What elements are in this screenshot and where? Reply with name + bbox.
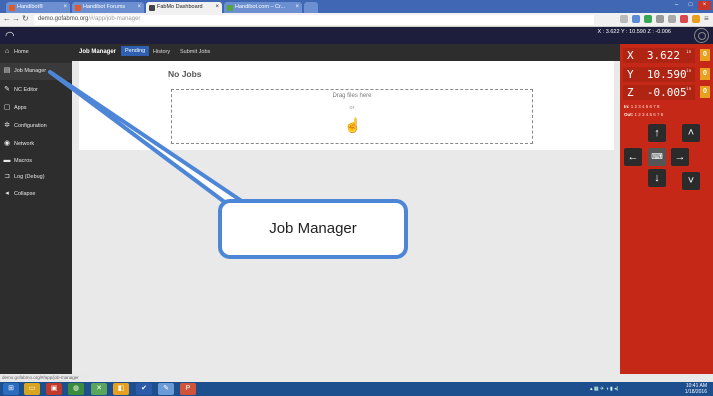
browser-tab-fabmo-dashboard[interactable]: FabMo Dashboard × [146,2,222,13]
tab-close-icon[interactable]: × [63,4,67,10]
outputs-indicator: Out: 1 2 3 4 5 6 7 8 [624,112,664,117]
job-queue-panel: No Jobs Drag files here or ☝ [79,61,614,150]
globe-icon: ◉ [3,140,11,147]
chrome-taskbar-icon[interactable]: ◍ [68,383,84,395]
sidebar: ⌂ Home ▤ Job Manager ✎ NC Editor ▢ Apps ✲ Con… [0,44,72,374]
zero-x-button[interactable]: 0 [700,49,710,61]
powerpoint-taskbar-icon[interactable]: P [180,383,196,395]
gear-icon: ✲ [4,122,10,129]
sidebar-item-job-manager[interactable]: ▤ Job Manager [0,63,72,80]
zero-z-button[interactable]: 0 [700,86,710,98]
sidebar-item-configuration[interactable]: ✲ Configuration [0,118,72,135]
app-taskbar-icon[interactable]: ◧ [113,383,129,395]
dro-y-display: Y 10.590 in [623,67,695,82]
drop-zone-text: Drag files here [332,93,372,99]
browser-address-bar: ← → ↻ demo.gofabmo.org/#/app/job-manager… [0,13,713,27]
dro-panel: X 3.622 in 0 Y 10.590 in 0 Z -0.005 in 0 In… [620,44,713,374]
tab-submit-jobs[interactable]: Submit Jobs [180,49,210,55]
url-input[interactable]: demo.gofabmo.org/#/app/job-manager [34,15,594,25]
collapse-icon: ◂ [5,190,9,197]
handibot-favicon-icon [9,5,15,11]
inputs-indicator: In: 1 2 3 4 5 6 7 8 [624,104,660,109]
apps-icon: ▢ [3,104,11,111]
start-button-icon[interactable]: ⊞ [3,383,19,395]
handibot-com-favicon-icon [227,5,233,11]
menu-icon[interactable]: ≡ [704,14,709,23]
forward-icon[interactable]: → [12,14,20,23]
sidebar-item-home[interactable]: ⌂ Home [0,44,72,61]
jog-down-button[interactable]: ↓ [648,169,666,187]
callout-label: Job Manager [269,220,357,237]
browser-tab-forums[interactable]: Handibot Forums × [72,2,144,13]
annotation-callout: Job Manager [218,199,408,259]
extension-icon[interactable] [692,15,700,23]
extension-icon[interactable] [656,15,664,23]
keyboard-icon[interactable]: ⌨ [648,148,666,166]
extension-icon[interactable] [680,15,688,23]
jog-left-button[interactable]: ← [624,148,642,166]
tab-close-icon[interactable]: × [295,4,299,10]
extension-icon[interactable] [632,15,640,23]
extension-icon[interactable] [644,15,652,23]
header-coordinates: X : 3.622 Y : 10.590 Z : -0.006 [597,29,672,35]
sidebar-item-nc-editor[interactable]: ✎ NC Editor [0,82,72,99]
jog-up-button[interactable]: ↑ [648,124,666,142]
tray-icons[interactable]: ▴ ▦ ✈ ◑ ▮ ◂) [590,386,618,392]
bookmark-star-icon[interactable] [620,15,628,23]
app-taskbar-icon[interactable]: ✕ [91,383,107,395]
log-icon: ⊐ [4,173,10,180]
dro-z-display: Z -0.005 in [623,85,695,100]
tab-close-icon[interactable]: × [137,4,141,10]
page-title: No Jobs [168,69,202,79]
forum-favicon-icon [75,5,81,11]
sidebar-item-macros[interactable]: ▬ Macros [0,153,72,170]
app-taskbar-icon[interactable]: ▣ [46,383,62,395]
close-icon[interactable]: × [698,1,711,10]
dro-x-display: X 3.622 in [623,48,695,63]
sidebar-item-log-debug[interactable]: ⊐ Log (Debug) [0,169,72,186]
tab-pending[interactable]: Pending [121,46,150,56]
new-tab-button[interactable] [304,2,318,13]
maximize-icon[interactable]: □ [684,1,697,10]
drop-zone-or: or [349,105,355,111]
browser-tab-handibot-com[interactable]: Handibot.com – Cr... × [224,2,302,13]
jog-right-button[interactable]: → [671,148,689,166]
windows-taskbar: ⊞ ▭ ▣ ◍ ✕ ◧ ✔ ✎ P ▴ ▦ ✈ ◑ ▮ ◂) 10:41 AM 1… [0,382,713,396]
job-manager-icon: ▤ [3,67,11,74]
link-status-bar: demo.gofabmo.org/#/app/job-manager [0,374,90,382]
pencil-icon: ✎ [4,86,10,93]
app-taskbar-icon[interactable]: ✔ [136,383,152,395]
pointer-hand-icon: ☝ [344,117,362,133]
app-header: ◠ X : 3.622 Y : 10.590 Z : -0.006 [0,27,713,44]
taskbar-clock[interactable]: 10:41 AM 1/18/2016 [685,383,707,395]
nav-brand: Job Manager [79,49,117,55]
back-icon[interactable]: ← [3,14,11,23]
file-explorer-icon[interactable]: ▭ [24,383,40,395]
folder-icon: ▬ [3,157,11,164]
home-icon: ⌂ [4,48,10,55]
browser-tab-handibot[interactable]: Handibot® × [6,2,70,13]
fabmo-logo-icon [694,28,709,43]
sidebar-item-network[interactable]: ◉ Network [0,136,72,153]
jog-z-up-button[interactable]: ˄ [682,124,700,142]
tab-history[interactable]: History [153,49,170,55]
paint-taskbar-icon[interactable]: ✎ [158,383,174,395]
sidebar-item-apps[interactable]: ▢ Apps [0,100,72,117]
minimize-icon[interactable]: – [670,1,683,10]
fabmo-favicon-icon [149,5,155,11]
tab-close-icon[interactable]: × [215,4,219,10]
browser-tab-bar: Handibot® × Handibot Forums × FabMo Dash… [0,0,713,13]
sidebar-item-collapse[interactable]: ◂ Collapse [0,186,72,203]
jog-z-down-button[interactable]: ˅ [682,172,700,190]
file-drop-zone[interactable]: Drag files here or ☝ [171,89,533,144]
extension-icon[interactable] [668,15,676,23]
job-manager-nav: Job Manager Pending History Submit Jobs [72,44,620,61]
reload-icon[interactable]: ↻ [22,14,29,23]
zero-y-button[interactable]: 0 [700,68,710,80]
wifi-icon: ◠ [5,30,15,42]
